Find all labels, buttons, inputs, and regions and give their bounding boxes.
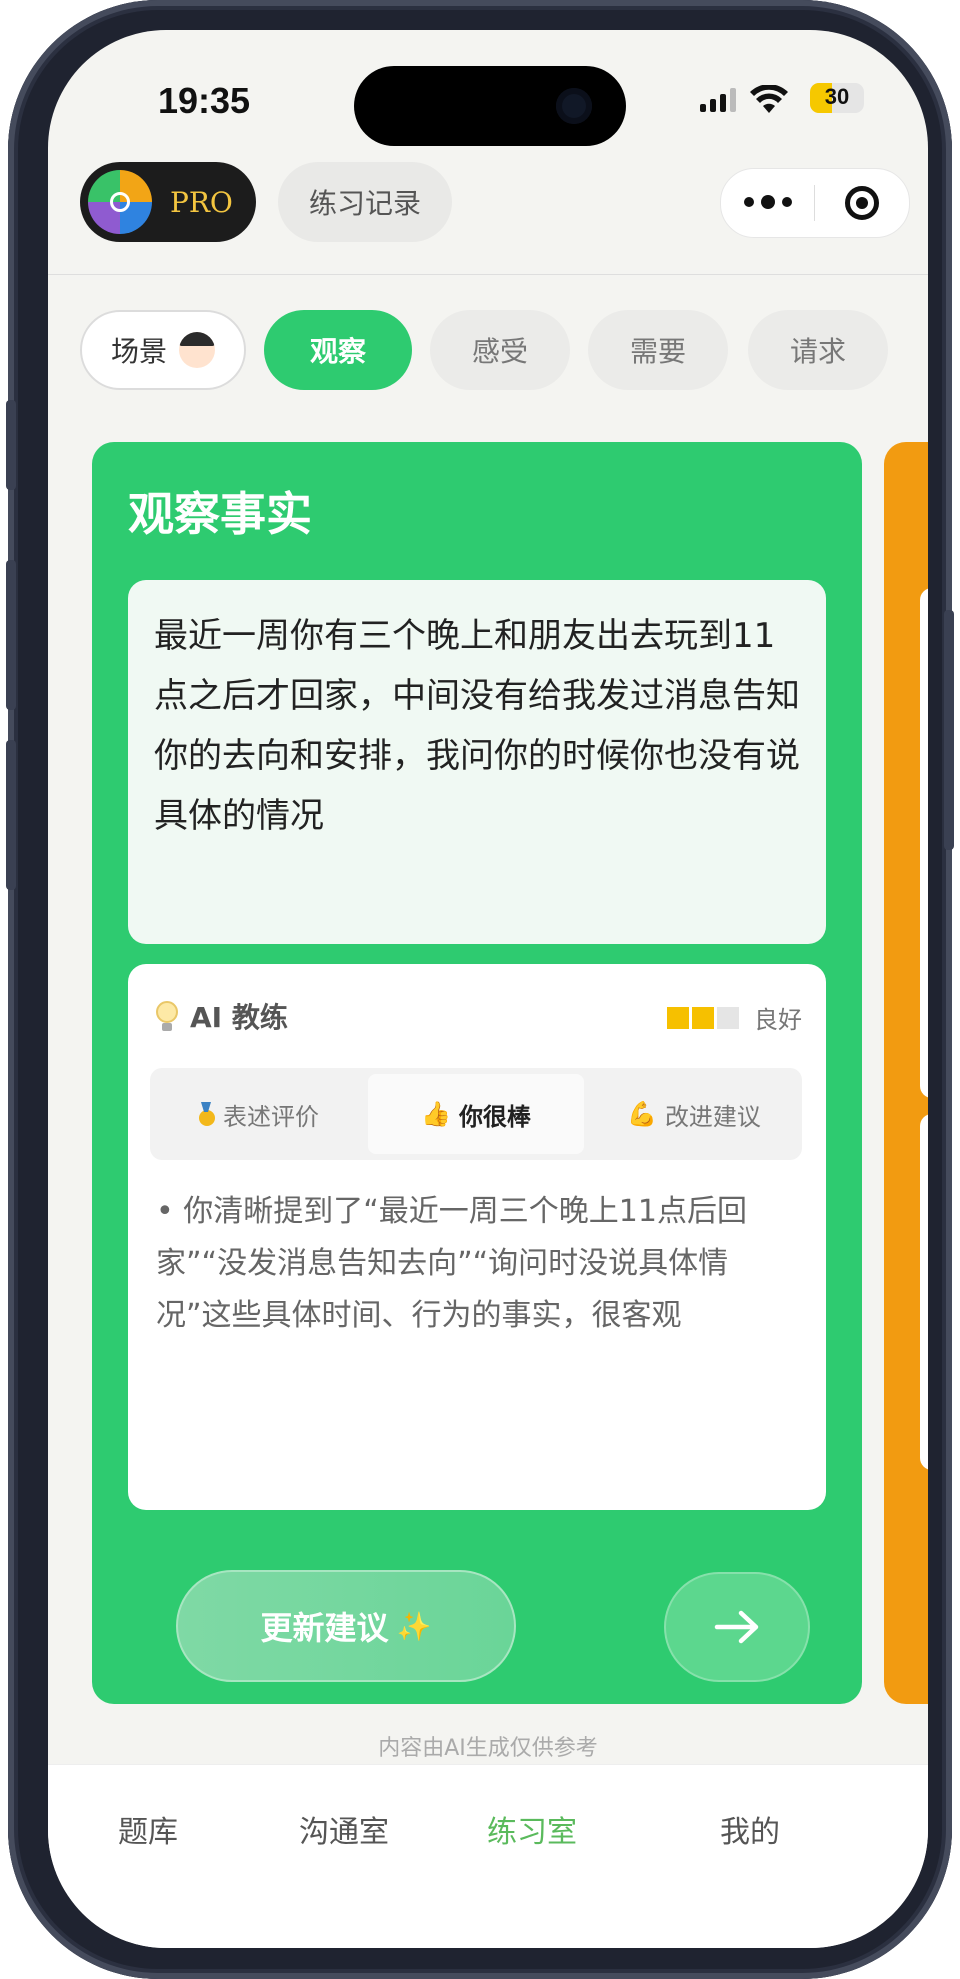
next-card-peek[interactable] [884, 442, 928, 1704]
wifi-icon [750, 85, 788, 113]
rating-bar-icon [717, 1006, 739, 1029]
segment-label: 你很棒 [458, 1102, 531, 1131]
battery-level: 30 [824, 84, 850, 109]
battery-icon: 30 [810, 83, 864, 113]
volume-up-button [6, 560, 16, 710]
dynamic-island [354, 66, 626, 146]
header-divider [48, 274, 928, 275]
status-time: 19:35 [158, 80, 251, 121]
practice-record-button[interactable]: 练习记录 [278, 162, 452, 242]
rating-label: 良好 [754, 1006, 802, 1034]
rating-bar-icon [667, 1006, 689, 1029]
coach-segmented-control: 表述评价 👍 你很棒 💪 改进建议 [150, 1068, 802, 1160]
nav-practice-room[interactable]: 练习室 [432, 1807, 632, 1851]
app-logo-icon [88, 170, 152, 234]
observation-card: 观察事实 最近一周你有三个晚上和朋友出去玩到11点之后才回家，中间没有给我发过消… [92, 442, 862, 1704]
bottom-tab-bar: 题库 沟通室 练习室 我的 [48, 1764, 928, 1948]
mute-switch [6, 400, 16, 490]
coach-header: AI 教练 [156, 996, 288, 1036]
thumbs-up-icon: 👍 [421, 1100, 451, 1128]
status-icons [700, 82, 788, 118]
tab-scene[interactable]: 场景 [80, 310, 246, 390]
card-title: 观察事实 [128, 487, 312, 541]
segment-great[interactable]: 👍 你很棒 [368, 1074, 584, 1154]
avatar-icon [179, 332, 215, 368]
rating: 良好 [667, 1000, 802, 1035]
coach-title: AI 教练 [190, 1001, 288, 1034]
segment-suggestion[interactable]: 💪 改进建议 [586, 1074, 802, 1154]
more-icon[interactable] [721, 195, 814, 209]
observation-text[interactable]: 最近一周你有三个晚上和朋友出去玩到11点之后才回家，中间没有给我发过消息告知你的… [128, 580, 826, 944]
segment-label: 改进建议 [664, 1102, 761, 1131]
medal-icon [197, 1102, 215, 1126]
tab-observe[interactable]: 观察 [264, 310, 412, 390]
close-target-icon[interactable] [815, 186, 908, 220]
tab-feeling[interactable]: 感受 [430, 310, 570, 390]
pro-button[interactable]: PRO [80, 162, 256, 242]
sparkle-icon: ✨ [396, 1609, 432, 1643]
pro-label: PRO [170, 185, 233, 219]
ai-disclaimer: 内容由AI生成仅供参考 [378, 1736, 598, 1761]
flexed-biceps-icon: 💪 [627, 1100, 657, 1128]
signal-icon [700, 88, 736, 112]
coach-feedback: • 你清晰提到了“最近一周三个晚上11点后回家”“没发消息告知去向”“询问时没说… [156, 1194, 747, 1333]
power-button [944, 610, 954, 850]
tab-request[interactable]: 请求 [748, 310, 888, 390]
tab-need[interactable]: 需要 [588, 310, 728, 390]
volume-down-button [6, 740, 16, 890]
ai-coach-panel: AI 教练 良好 表述评价 👍 你很棒 💪 改进建议 • 你清晰提到了“最近一周… [128, 964, 826, 1510]
phone-frame: 19:35 30 PRO 练习记录 场景 观察 感受 需要 请求 观察事实 最近… [6, 0, 954, 1979]
nav-profile[interactable]: 我的 [650, 1807, 850, 1851]
next-button[interactable] [664, 1572, 810, 1682]
lightbulb-icon [156, 1001, 178, 1031]
tab-label: 场景 [110, 335, 167, 368]
nav-communication-room[interactable]: 沟通室 [244, 1807, 444, 1851]
miniprogram-capsule [720, 168, 910, 238]
rating-bar-icon [692, 1006, 714, 1029]
camera-icon [556, 88, 592, 124]
segment-label: 表述评价 [223, 1102, 319, 1131]
screen: 19:35 30 PRO 练习记录 场景 观察 感受 需要 请求 观察事实 最近… [48, 30, 928, 1948]
update-suggestion-button[interactable]: 更新建议 ✨ [176, 1570, 516, 1682]
arrow-right-icon [714, 1610, 759, 1644]
segment-evaluation[interactable]: 表述评价 [150, 1074, 366, 1154]
update-button-label: 更新建议 [260, 1609, 389, 1647]
nav-question-bank[interactable]: 题库 [48, 1807, 248, 1851]
